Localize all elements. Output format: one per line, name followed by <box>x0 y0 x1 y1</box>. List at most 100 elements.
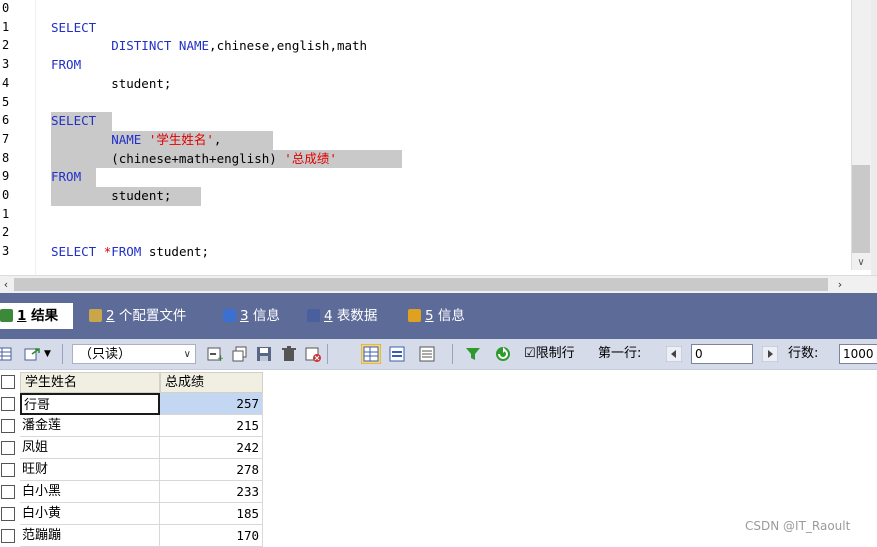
horizontal-scroll-thumb[interactable] <box>14 278 828 291</box>
tab-4[interactable]: 4 表数据 <box>303 303 393 329</box>
code-line[interactable]: FROM <box>51 56 81 75</box>
result-grid[interactable]: 学生姓名 总成绩 行哥 257 潘金莲 215 凤姐 242 旺财 278 白小黑 233 白小黄 1… <box>0 370 877 547</box>
save-icon[interactable] <box>256 346 272 362</box>
select-all-checkbox[interactable] <box>1 375 15 389</box>
code-line[interactable]: NAME '学生姓名', <box>51 131 221 150</box>
code-line[interactable]: SELECT *FROM student; <box>51 243 209 262</box>
code-line[interactable]: DISTINCT NAME,chinese,english,math <box>51 37 367 56</box>
horizontal-scrollbar[interactable]: ‹ › <box>0 275 877 293</box>
scroll-right-icon[interactable]: › <box>832 276 848 293</box>
scroll-down-icon[interactable]: ∨ <box>852 255 870 270</box>
code-line[interactable]: (chinese+math+english) '总成绩' <box>51 150 337 169</box>
column-header-score[interactable]: 总成绩 <box>160 372 263 393</box>
line-number: 9 <box>2 169 10 184</box>
insert-row-icon[interactable]: + <box>207 346 223 362</box>
line-number: 1 <box>2 19 10 34</box>
cell-student-name[interactable]: 旺财 <box>20 459 160 481</box>
toolbar-separator <box>62 344 63 364</box>
line-number: 3 <box>2 57 10 72</box>
scroll-left-icon[interactable]: ‹ <box>0 276 12 293</box>
refresh-icon[interactable] <box>495 346 511 362</box>
column-header-name[interactable]: 学生姓名 <box>20 372 160 393</box>
tab-1[interactable]: 1 结果 <box>0 303 73 329</box>
cell-total-score[interactable]: 242 <box>160 437 263 459</box>
sql-keyword: SELECT <box>51 19 97 35</box>
line-number: 5 <box>2 94 10 109</box>
cell-student-name[interactable]: 行哥 <box>20 393 160 415</box>
vertical-scroll-thumb[interactable] <box>852 165 870 253</box>
first-row-input[interactable]: 0 <box>691 344 753 364</box>
chart-info-icon <box>408 309 421 322</box>
line-number: 0 <box>2 1 10 15</box>
cell-total-score[interactable]: 233 <box>160 481 263 503</box>
code-line[interactable]: FROM <box>51 168 81 187</box>
filter-icon[interactable] <box>465 346 481 362</box>
tab-3[interactable]: 3 信息 <box>219 303 295 329</box>
line-number: 3 <box>2 244 10 259</box>
previous-page-icon[interactable] <box>666 346 682 362</box>
cancel-changes-icon[interactable] <box>305 346 321 362</box>
code-area[interactable]: SELECT DISTINCT NAME,chinese,english,mat… <box>35 0 851 270</box>
window-edge <box>871 0 877 292</box>
row-checkbox[interactable] <box>1 463 15 477</box>
code-line[interactable]: student; <box>51 75 171 94</box>
row-count-input[interactable]: 1000 <box>839 344 877 364</box>
tab-2[interactable]: 2 个配置文件 <box>85 303 209 329</box>
line-number: 2 <box>2 225 10 240</box>
profile-icon <box>89 309 102 322</box>
row-count-label: 行数: <box>788 346 819 361</box>
row-checkbox[interactable] <box>1 529 15 543</box>
export-icon[interactable] <box>24 346 40 362</box>
line-number: 4 <box>2 75 10 90</box>
row-checkbox[interactable] <box>1 507 15 521</box>
info-icon <box>223 309 236 322</box>
tab-5[interactable]: 5 信息 <box>404 303 484 329</box>
cell-student-name[interactable]: 潘金莲 <box>20 415 160 437</box>
result-tab-bar: 1 结果 2 个配置文件 3 信息 4 表数据 5 信息 <box>0 293 877 339</box>
delete-icon[interactable] <box>281 346 297 362</box>
cell-total-score[interactable]: 170 <box>160 525 263 547</box>
export-dropdown-icon[interactable]: ▼ <box>44 345 51 363</box>
cell-student-name[interactable]: 范蹦蹦 <box>20 525 160 547</box>
line-number: 6 <box>2 113 10 128</box>
cell-total-score[interactable]: 257 <box>160 393 263 415</box>
chevron-down-icon: ∨ <box>183 349 191 360</box>
readonly-select-value: （只读） <box>79 347 132 362</box>
tab-number: 4 <box>324 308 333 324</box>
sql-string: '总成绩' <box>284 150 337 166</box>
watermark: CSDN @IT_Raoult <box>745 519 851 533</box>
tab-number: 2 <box>106 308 115 324</box>
cell-student-name[interactable]: 凤姐 <box>20 437 160 459</box>
code-line[interactable]: student; <box>51 187 171 206</box>
code-line[interactable]: SELECT <box>51 19 96 38</box>
row-checkbox[interactable] <box>1 441 15 455</box>
sql-keyword: SELECT <box>51 113 97 129</box>
line-number: 1 <box>2 206 10 221</box>
duplicate-row-icon[interactable] <box>232 346 248 362</box>
first-row-label: 第一行: <box>598 346 642 361</box>
code-line[interactable]: SELECT <box>51 112 96 131</box>
row-checkbox[interactable] <box>1 485 15 499</box>
grid-mode-icon[interactable] <box>361 344 381 364</box>
line-number: 0 <box>2 188 10 202</box>
sql-string: '学生姓名' <box>148 131 214 147</box>
text-mode-icon[interactable] <box>419 346 435 362</box>
row-checkbox[interactable] <box>1 419 15 433</box>
form-mode-icon[interactable] <box>389 346 405 362</box>
cell-total-score[interactable]: 185 <box>160 503 263 525</box>
cell-total-score[interactable]: 278 <box>160 459 263 481</box>
sql-text: student; <box>148 244 210 260</box>
sql-text: , <box>213 131 222 147</box>
cell-student-name[interactable]: 白小黄 <box>20 503 160 525</box>
readonly-select[interactable]: （只读） ∨ <box>72 344 196 364</box>
tab-number: 5 <box>425 308 434 324</box>
grid-view-icon[interactable] <box>0 346 12 362</box>
limit-rows-checkbox[interactable]: ☑限制行 <box>524 345 575 363</box>
next-page-icon[interactable] <box>762 346 778 362</box>
cell-student-name[interactable]: 白小黑 <box>20 481 160 503</box>
sql-text: student; <box>51 75 172 91</box>
row-checkbox[interactable] <box>1 397 15 411</box>
sql-editor[interactable]: 0 1 2 3 4 5 6 7 8 9 0 1 2 3 SELECT DISTINCT NAME,chin… <box>0 0 877 275</box>
line-number: 7 <box>2 131 10 146</box>
cell-total-score[interactable]: 215 <box>160 415 263 437</box>
